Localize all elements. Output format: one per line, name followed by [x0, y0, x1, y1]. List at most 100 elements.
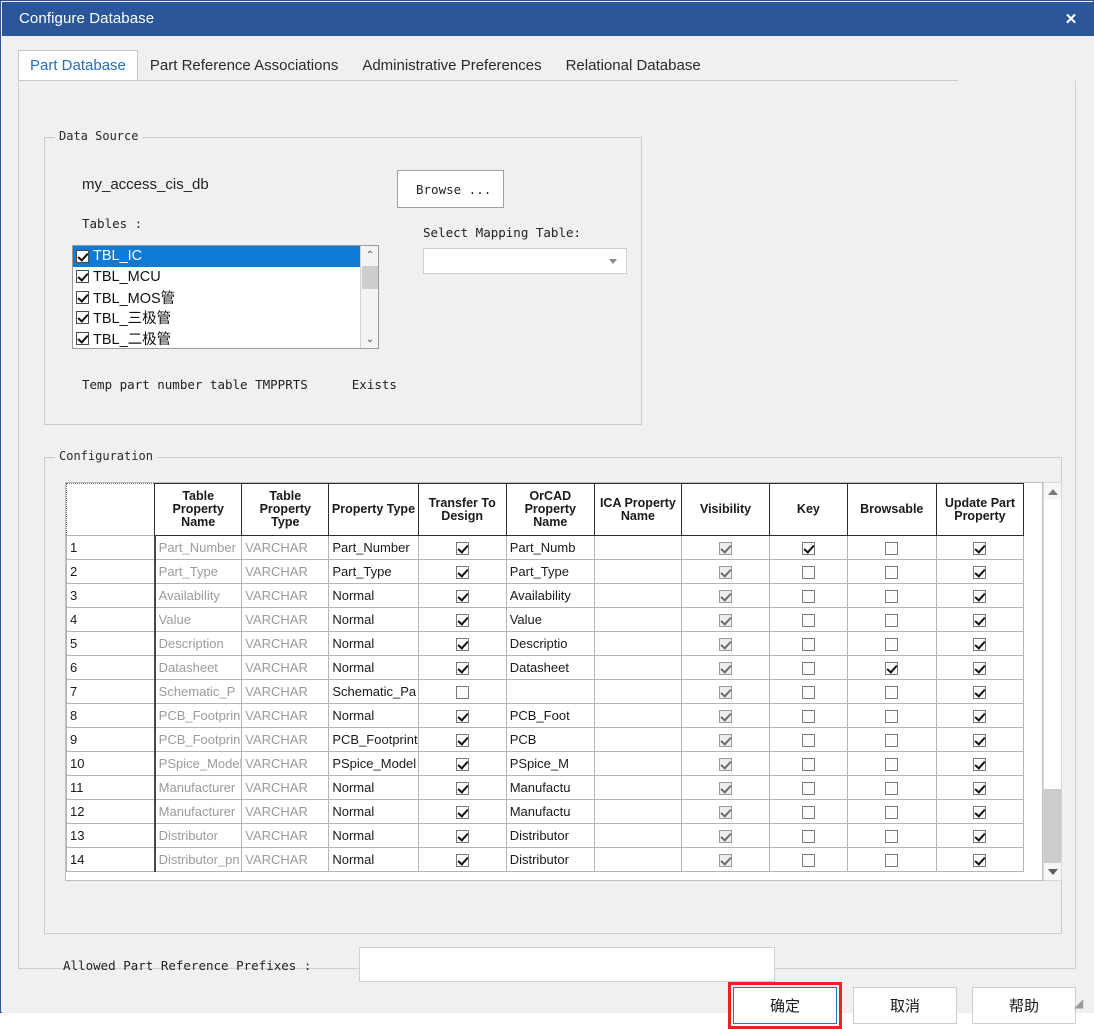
checkbox-icon[interactable] — [802, 854, 815, 867]
checkbox-icon[interactable] — [973, 830, 986, 843]
cell-update-part-property[interactable] — [936, 584, 1023, 608]
cell-transfer-to-design[interactable] — [418, 848, 506, 872]
cell-visibility[interactable] — [681, 704, 769, 728]
column-header-table-property-name[interactable]: Table Property Name — [155, 484, 242, 536]
column-header-visibility[interactable]: Visibility — [681, 484, 769, 536]
checkbox-icon[interactable] — [973, 710, 986, 723]
cell-key[interactable] — [770, 584, 848, 608]
checkbox-icon[interactable] — [719, 782, 732, 795]
checkbox-icon[interactable] — [802, 686, 815, 699]
checkbox-icon[interactable] — [973, 686, 986, 699]
checkbox-icon[interactable] — [973, 758, 986, 771]
column-header-ica-property-name[interactable]: ICA Property Name — [594, 484, 681, 536]
cell-property-type[interactable]: Normal — [329, 608, 418, 632]
scroll-down-icon[interactable] — [1044, 863, 1061, 880]
cell-table-property-name[interactable]: PCB_Footprin — [155, 728, 242, 752]
cell-key[interactable] — [770, 848, 848, 872]
row-number[interactable]: 12 — [67, 800, 155, 824]
cell-property-type[interactable]: Part_Number — [329, 536, 418, 560]
cell-property-type[interactable]: Schematic_Pa — [329, 680, 418, 704]
checkbox-icon[interactable] — [456, 854, 469, 867]
cell-table-property-name[interactable]: Distributor_pn — [155, 848, 242, 872]
checkbox-icon[interactable] — [456, 566, 469, 579]
checkbox-icon[interactable] — [719, 590, 732, 603]
cell-ica-property-name[interactable] — [594, 608, 681, 632]
cell-key[interactable] — [770, 656, 848, 680]
checkbox-icon[interactable] — [719, 806, 732, 819]
cell-update-part-property[interactable] — [936, 632, 1023, 656]
cell-update-part-property[interactable] — [936, 752, 1023, 776]
table-row[interactable]: 14Distributor_pnVARCHARNormalDistributor — [67, 848, 1024, 872]
checkbox-icon[interactable] — [885, 854, 898, 867]
select-mapping-table-combo[interactable] — [423, 248, 627, 274]
checkbox-icon[interactable] — [885, 686, 898, 699]
checkbox-icon[interactable] — [885, 662, 898, 675]
cell-key[interactable] — [770, 776, 848, 800]
cell-update-part-property[interactable] — [936, 704, 1023, 728]
checkbox-icon[interactable] — [456, 542, 469, 555]
tab-part-reference-associations[interactable]: Part Reference Associations — [138, 50, 350, 81]
cell-browsable[interactable] — [847, 656, 936, 680]
column-header-key[interactable]: Key — [770, 484, 848, 536]
row-number[interactable]: 3 — [67, 584, 155, 608]
table-row[interactable]: 12ManufacturerVARCHARNormalManufactu — [67, 800, 1024, 824]
column-header-orcad-property-name[interactable]: OrCAD Property Name — [506, 484, 594, 536]
cell-transfer-to-design[interactable] — [418, 728, 506, 752]
cell-ica-property-name[interactable] — [594, 800, 681, 824]
cell-browsable[interactable] — [847, 752, 936, 776]
cell-table-property-name[interactable]: Part_Type — [155, 560, 242, 584]
cell-property-type[interactable]: Normal — [329, 824, 418, 848]
tab-administrative-preferences[interactable]: Administrative Preferences — [350, 50, 553, 81]
checkbox-icon[interactable] — [719, 566, 732, 579]
cell-ica-property-name[interactable] — [594, 776, 681, 800]
cell-transfer-to-design[interactable] — [418, 704, 506, 728]
checkbox-icon[interactable] — [802, 662, 815, 675]
checkbox-icon[interactable] — [973, 566, 986, 579]
cell-update-part-property[interactable] — [936, 608, 1023, 632]
cell-key[interactable] — [770, 680, 848, 704]
cell-orcad-property-name[interactable]: Part_Type — [506, 560, 594, 584]
table-row[interactable]: 6DatasheetVARCHARNormalDatasheet — [67, 656, 1024, 680]
cell-table-property-name[interactable]: Distributor — [155, 824, 242, 848]
cell-property-type[interactable]: Normal — [329, 704, 418, 728]
cell-table-property-type[interactable]: VARCHAR — [242, 704, 329, 728]
cell-visibility[interactable] — [681, 728, 769, 752]
checkbox-icon[interactable] — [76, 270, 89, 283]
cell-browsable[interactable] — [847, 680, 936, 704]
cell-visibility[interactable] — [681, 560, 769, 584]
cell-property-type[interactable]: PSpice_Model — [329, 752, 418, 776]
cell-key[interactable] — [770, 824, 848, 848]
cell-orcad-property-name[interactable]: Manufactu — [506, 800, 594, 824]
cell-visibility[interactable] — [681, 536, 769, 560]
checkbox-icon[interactable] — [719, 758, 732, 771]
row-number[interactable]: 7 — [67, 680, 155, 704]
cell-key[interactable] — [770, 536, 848, 560]
cell-transfer-to-design[interactable] — [418, 656, 506, 680]
column-header-table-property-type[interactable]: Table Property Type — [242, 484, 329, 536]
checkbox-icon[interactable] — [719, 710, 732, 723]
configuration-grid[interactable]: Table Property Name Table Property Type … — [65, 482, 1043, 881]
cell-ica-property-name[interactable] — [594, 656, 681, 680]
cell-table-property-type[interactable]: VARCHAR — [242, 800, 329, 824]
scroll-up-icon[interactable]: ⌃ — [361, 246, 379, 264]
cell-table-property-type[interactable]: VARCHAR — [242, 608, 329, 632]
checkbox-icon[interactable] — [76, 291, 89, 304]
cell-ica-property-name[interactable] — [594, 824, 681, 848]
checkbox-icon[interactable] — [885, 710, 898, 723]
cell-ica-property-name[interactable] — [594, 704, 681, 728]
cell-browsable[interactable] — [847, 632, 936, 656]
cell-browsable[interactable] — [847, 728, 936, 752]
checkbox-icon[interactable] — [885, 782, 898, 795]
cell-transfer-to-design[interactable] — [418, 752, 506, 776]
checkbox-icon[interactable] — [885, 830, 898, 843]
row-number[interactable]: 4 — [67, 608, 155, 632]
checkbox-icon[interactable] — [802, 782, 815, 795]
checkbox-icon[interactable] — [456, 734, 469, 747]
row-number[interactable]: 13 — [67, 824, 155, 848]
cell-property-type[interactable]: Normal — [329, 800, 418, 824]
table-row[interactable]: 9PCB_FootprinVARCHARPCB_FootprintPCB — [67, 728, 1024, 752]
checkbox-icon[interactable] — [973, 638, 986, 651]
cell-property-type[interactable]: Normal — [329, 848, 418, 872]
allowed-part-reference-prefixes-input[interactable] — [359, 947, 775, 982]
configuration-grid-scrollbar[interactable] — [1043, 482, 1062, 881]
